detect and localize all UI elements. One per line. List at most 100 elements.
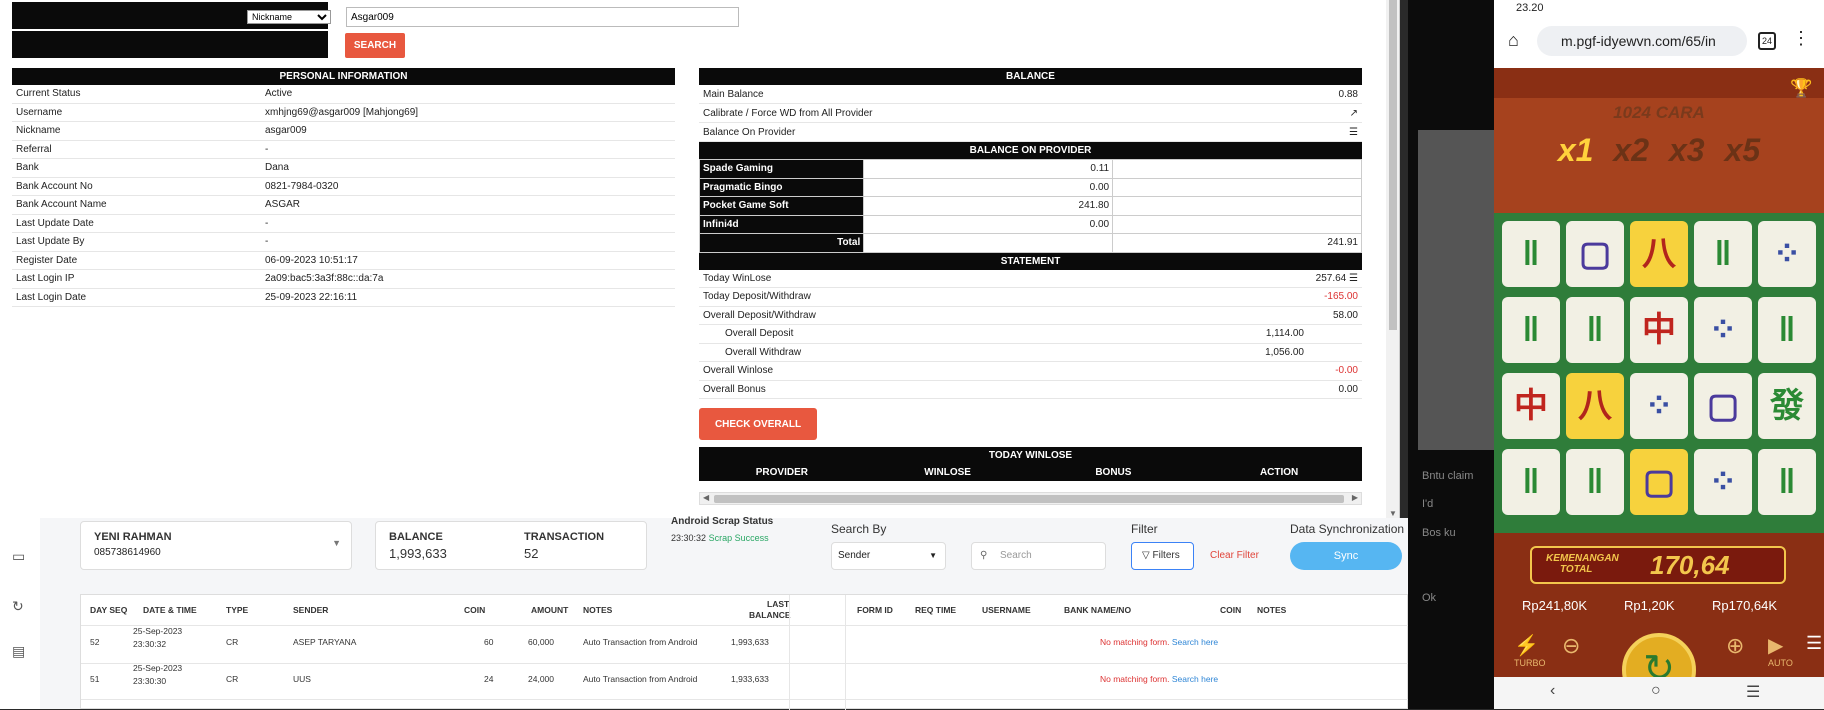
col-notes-2: NOTES	[1257, 605, 1287, 615]
mahjong-tile: ‖	[1502, 221, 1560, 287]
balance-on-provider-header: BALANCE ON PROVIDER	[699, 142, 1362, 159]
personal-info-label: Last Login IP	[16, 273, 75, 284]
external-link-icon[interactable]: ↗	[1350, 108, 1358, 119]
provider-balance: 0.00	[863, 214, 1114, 234]
tx-notes: Auto Transaction from Android	[583, 637, 698, 647]
history-icon[interactable]: ↻	[12, 598, 24, 615]
chevron-down-icon: ▼	[332, 538, 341, 548]
filters-button[interactable]: ▽ Filters	[1131, 542, 1194, 570]
status-bar: 23.20	[1494, 0, 1824, 16]
chevron-down-icon: ▼	[929, 551, 937, 560]
chat-preview-4: Ok	[1422, 592, 1437, 604]
tx-amount: 24,000	[528, 674, 554, 684]
auto-button[interactable]: ▶ AUTO	[1768, 633, 1793, 668]
trophy-icon[interactable]: 🏆	[1790, 78, 1812, 99]
statement-value: -0.00	[1335, 365, 1358, 377]
multiplier-x3: x3	[1669, 132, 1705, 168]
personal-info-label: Register Date	[16, 254, 78, 266]
scroll-right-icon[interactable]: ▶	[1352, 493, 1358, 502]
main-balance-row: Main Balance 0.88	[699, 85, 1362, 104]
recents-icon[interactable]: ☰	[1746, 682, 1760, 702]
tx-coin: 24	[484, 674, 494, 684]
search-field-select[interactable]: Nickname	[247, 10, 331, 24]
personal-info-value: 25-09-2023 22:16:11	[265, 291, 358, 303]
mahjong-tile: ‖	[1502, 449, 1560, 515]
provider-balance: 0.00	[863, 177, 1114, 197]
search-here-link[interactable]: Search here	[1172, 637, 1218, 647]
personal-info-value: 0821-7984-0320	[265, 180, 339, 192]
play-icon: ▶	[1768, 635, 1784, 657]
list-icon[interactable]: ☰	[1349, 127, 1358, 138]
table-search-input[interactable]: ⚲ Search	[971, 542, 1106, 570]
check-overall-button[interactable]: CHECK OVERALL	[699, 408, 817, 440]
personal-info-value: -	[265, 236, 269, 247]
no-match-text: No matching form.	[1100, 674, 1170, 684]
mahjong-game[interactable]: 1024 CARA x1 x2 x3 x5 🏆 ‖ ▢ 八 ‖ ⁘ ‖ ‖ 中 ⁘ ‖ 中八 ⁘ ▢ 發 ‖ ‖ ▢ ⁘…	[1494, 68, 1824, 707]
personal-info-row: Register Date 06-09-2023 10:51:17	[12, 252, 675, 270]
balance-panel: BALANCE Main Balance 0.88 Calibrate / For…	[698, 68, 1362, 481]
mahjong-tile: ‖	[1694, 221, 1752, 287]
personal-info-value: Dana	[265, 162, 289, 173]
col-balance: BALANCE	[749, 610, 791, 620]
customer-detail-popup: Nickname SEARCH PERSONAL INFORMATION Cur…	[0, 0, 1400, 518]
user-select[interactable]: YENI RAHMAN 085738614960 ▼	[80, 521, 352, 570]
tx-notes: Auto Transaction from Android	[583, 674, 698, 684]
list-icon[interactable]: ☰	[1346, 273, 1358, 284]
provider-total-spacer	[863, 233, 1114, 253]
home-icon[interactable]: ⌂	[1508, 30, 1519, 51]
scroll-left-icon[interactable]: ◀	[703, 493, 709, 502]
ways-label: 1024 CARA	[1613, 103, 1705, 122]
provider-total-row: Total 241.91	[698, 233, 1362, 253]
tx-time: 23:30:30	[133, 676, 167, 686]
provider-extra	[1112, 159, 1362, 179]
scroll-down-icon[interactable]: ▼	[1389, 509, 1397, 518]
provider-extra	[1112, 177, 1362, 197]
col-coin-2: COIN	[1220, 605, 1242, 615]
mahjong-tile: 八	[1566, 373, 1624, 439]
statement-row: Today WinLose 257.64 ☰	[699, 270, 1362, 288]
mahjong-tile: ▢	[1566, 221, 1624, 287]
search-input[interactable]	[346, 7, 739, 27]
tabs-count[interactable]: 24	[1758, 32, 1776, 50]
provider-balance: 0.11	[863, 159, 1114, 179]
multiplier-x1: x1	[1557, 132, 1594, 168]
search-button[interactable]: SEARCH	[345, 33, 405, 58]
horizontal-scrollbar[interactable]: ◀ ▶	[699, 492, 1362, 505]
filter-icon: ▽	[1142, 550, 1150, 561]
back-icon[interactable]: ‹	[1550, 682, 1555, 700]
statement-value: 257.64	[1315, 272, 1347, 284]
col-username: USERNAME	[982, 605, 1031, 615]
minus-button[interactable]: ⊖	[1562, 633, 1580, 659]
balance-header: BALANCE	[699, 68, 1362, 85]
game-menu-icon[interactable]: ☰	[1806, 633, 1822, 654]
personal-info-row: Current Status Active	[12, 85, 675, 104]
vertical-scrollbar[interactable]: ▼	[1386, 0, 1399, 518]
tx-date: 25-Sep-2023	[133, 626, 183, 636]
transaction-label: TRANSACTION	[524, 531, 605, 543]
col-date-time: DATE & TIME	[143, 605, 197, 615]
today-winlose-section: TODAY WINLOSE PROVIDER WINLOSE BONUS ACTION	[699, 447, 1362, 481]
search-here-link[interactable]: Search here	[1172, 674, 1218, 684]
mahjong-tile: ▢	[1630, 449, 1688, 515]
personal-info-label: Referral	[16, 143, 52, 155]
personal-info-row: Last Update By -	[12, 233, 675, 252]
turbo-button[interactable]: ⚡ TURBO	[1514, 633, 1546, 668]
sync-button[interactable]: Sync	[1290, 542, 1402, 570]
plus-button[interactable]: ⊕	[1726, 633, 1744, 659]
url-bar[interactable]: m.pgf-idyewvn.com/65/in	[1537, 26, 1747, 56]
statement-row: Overall Withdraw 1,056.00	[699, 344, 1362, 362]
statement-row: Overall Deposit 1,114.00	[699, 325, 1362, 344]
background-app-preview	[1418, 130, 1502, 450]
statement-value: 1,056.00	[1265, 346, 1304, 358]
search-by-label: Search By	[831, 522, 887, 536]
search-by-select[interactable]: Sender ▼	[831, 542, 946, 570]
transaction-value: 52	[524, 546, 539, 561]
sidebar: ▭ ↻ ▤	[0, 518, 40, 709]
clear-filter-link[interactable]: Clear Filter	[1210, 550, 1259, 561]
winlose-column-header: PROVIDER	[755, 467, 808, 478]
home-circle-icon[interactable]: ○	[1651, 682, 1661, 700]
user-card-icon[interactable]: ▭	[12, 548, 25, 565]
menu-icon[interactable]: ⋮	[1792, 28, 1810, 49]
provider-name: Spade Gaming	[698, 159, 865, 179]
book-icon[interactable]: ▤	[12, 643, 25, 660]
